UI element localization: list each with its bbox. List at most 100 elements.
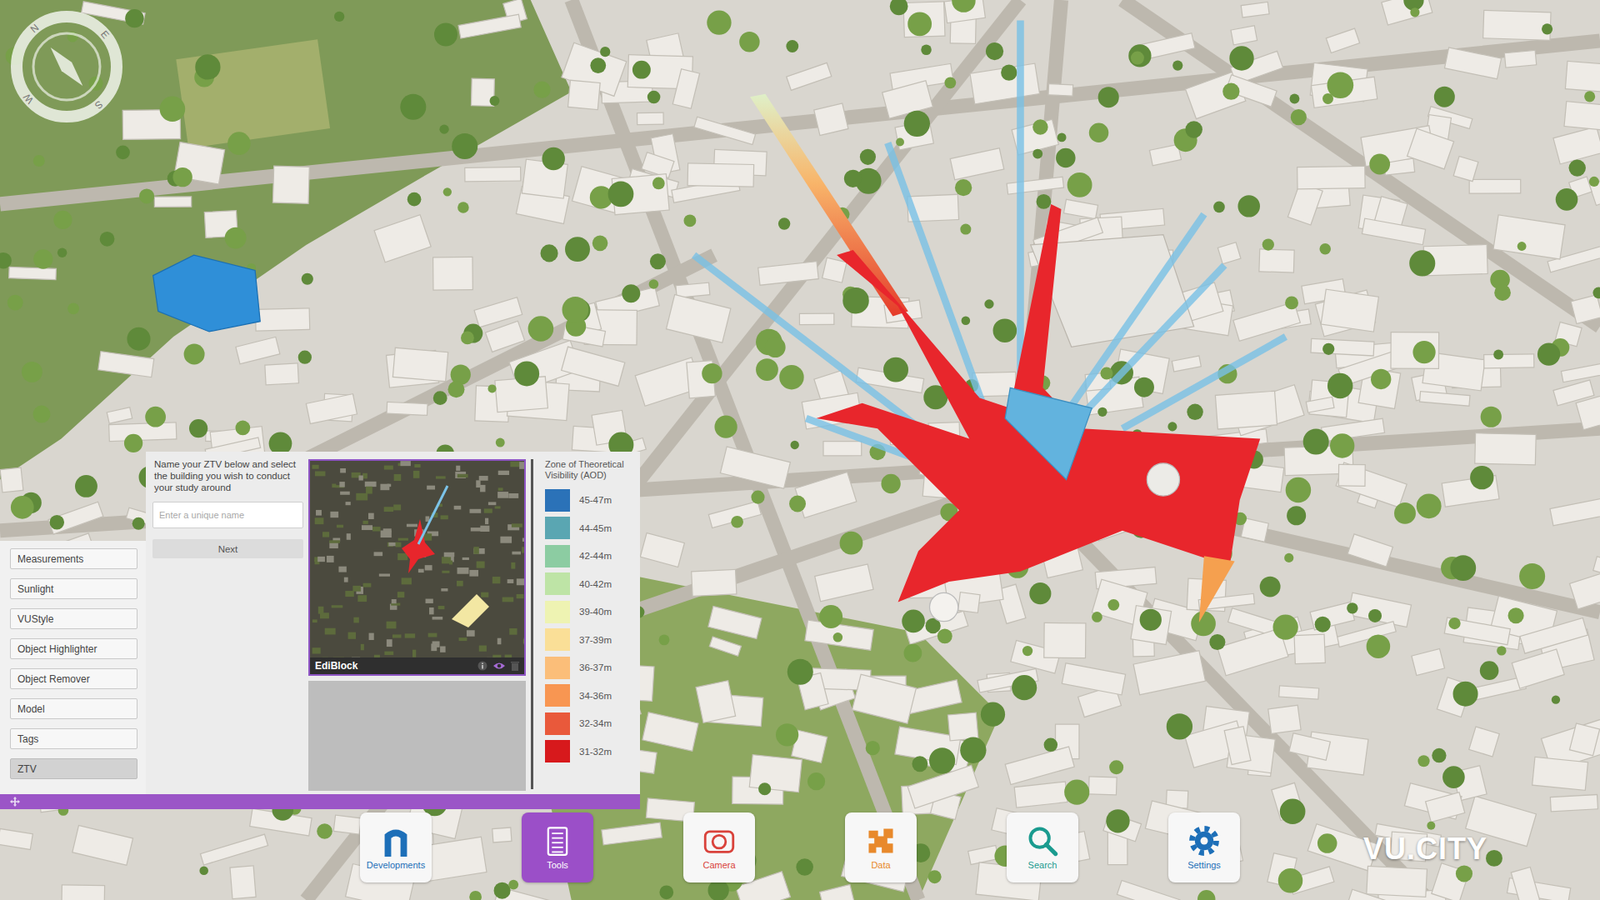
tree — [126, 327, 150, 351]
thumbnail-block — [480, 485, 485, 492]
ztv-legend: Zone of Theoretical Visibility (AOD)45-4… — [538, 459, 635, 791]
eye-icon-shape — [493, 663, 505, 670]
map-building — [1230, 25, 1258, 45]
map-building — [852, 674, 917, 724]
tree — [227, 131, 251, 155]
toolbar-button[interactable]: Tools — [521, 812, 594, 883]
thumbnail-block — [507, 579, 515, 584]
tool-menu: Measurements Sunlight VUStyle Object Highli… — [0, 540, 146, 795]
trash-icon[interactable] — [510, 660, 520, 671]
tree — [895, 138, 905, 147]
thumbnail-block — [470, 509, 482, 514]
map-building — [1335, 462, 1407, 508]
thumbnail-block — [412, 650, 416, 658]
tool-menu-item[interactable]: ZTV — [10, 758, 138, 780]
tree — [649, 279, 660, 290]
tool-menu-item[interactable]: Sunlight — [10, 578, 138, 600]
search-icon — [1026, 825, 1059, 857]
tree — [621, 284, 640, 303]
map-building — [48, 501, 104, 535]
toolbar-button[interactable]: Developments — [360, 812, 432, 883]
thumbnail-block — [351, 657, 360, 659]
toolbar-button[interactable]: Search — [1006, 812, 1079, 883]
tree — [1105, 809, 1130, 833]
compass-icon[interactable]: NESW — [6, 6, 127, 127]
map-building — [1061, 663, 1125, 695]
toolbar-button[interactable]: Data — [845, 812, 917, 883]
map-building — [691, 569, 737, 596]
map-building — [823, 441, 862, 456]
tree — [701, 363, 722, 384]
tree — [1592, 286, 1600, 299]
map-building — [1532, 756, 1589, 790]
legend-label: 42-44m — [579, 550, 612, 561]
scrollbar[interactable] — [530, 459, 534, 790]
map-building — [799, 313, 834, 325]
panel-handle-bar[interactable] — [0, 794, 640, 810]
gear-icon-teeth — [1191, 828, 1216, 853]
thumbnail-block — [440, 645, 446, 652]
tree — [1319, 243, 1331, 255]
ztv-name-field[interactable] — [152, 501, 304, 529]
thumbnail-block — [418, 569, 425, 573]
thumbnail-block — [322, 657, 329, 659]
tree — [907, 11, 932, 36]
thumbnail-block — [497, 491, 509, 499]
tool-menu-item[interactable]: Tags — [10, 728, 138, 750]
thumbnail-block — [428, 633, 438, 638]
info-icon[interactable] — [477, 660, 488, 671]
thumbnail-block — [479, 475, 489, 481]
tool-menu-item[interactable]: VUStyle — [10, 608, 138, 630]
map-building — [1133, 650, 1205, 695]
tree — [659, 885, 674, 900]
map-building — [9, 266, 57, 280]
thumbnail-block — [379, 573, 390, 576]
tree — [883, 357, 909, 383]
tree — [819, 605, 843, 629]
tree — [901, 610, 925, 634]
saved-studies: EdiBlock — [308, 459, 526, 791]
tools-icon-line — [551, 837, 563, 840]
toolbar-label: Data — [870, 860, 890, 870]
tree — [1315, 616, 1331, 633]
toolbar-button[interactable]: Camera — [683, 812, 755, 883]
tree — [565, 236, 590, 262]
park — [175, 39, 330, 149]
map-building — [1149, 144, 1181, 165]
map-building — [1217, 242, 1241, 265]
next-button[interactable]: Next — [152, 539, 304, 559]
move-icon[interactable] — [10, 796, 20, 807]
map-building — [1564, 101, 1600, 132]
toolbar-button[interactable]: Settings — [1168, 812, 1240, 883]
map-building — [1511, 649, 1565, 689]
study-card[interactable]: EdiBlock — [308, 459, 526, 676]
map-building — [675, 282, 710, 298]
thumbnail-block — [441, 570, 450, 574]
map-building — [1504, 50, 1536, 68]
tree — [652, 177, 665, 190]
tool-menu-item[interactable]: Model — [10, 698, 138, 720]
tree — [1322, 343, 1335, 355]
tree — [1409, 250, 1435, 276]
tree — [1394, 502, 1416, 525]
map-building — [708, 606, 762, 640]
tree — [1172, 60, 1183, 71]
tool-menu-item[interactable]: Measurements — [10, 548, 138, 570]
tree — [7, 295, 24, 311]
tool-menu-item[interactable]: Object Remover — [10, 668, 138, 690]
tree — [460, 331, 475, 345]
tree — [844, 170, 862, 188]
map-building — [1510, 866, 1540, 900]
map-building — [695, 680, 736, 724]
tree — [1589, 176, 1600, 187]
thumbnail-block — [393, 504, 401, 510]
thumbnail-block — [360, 644, 365, 650]
tree — [795, 858, 814, 876]
map-building — [1407, 128, 1455, 170]
thumbnail-block — [331, 484, 336, 489]
tool-menu-item[interactable]: Object Highlighter — [10, 638, 138, 660]
ztv-area — [816, 204, 1261, 603]
tree — [1032, 119, 1048, 135]
thumbnail-block — [317, 556, 325, 562]
eye-icon[interactable] — [492, 660, 506, 671]
